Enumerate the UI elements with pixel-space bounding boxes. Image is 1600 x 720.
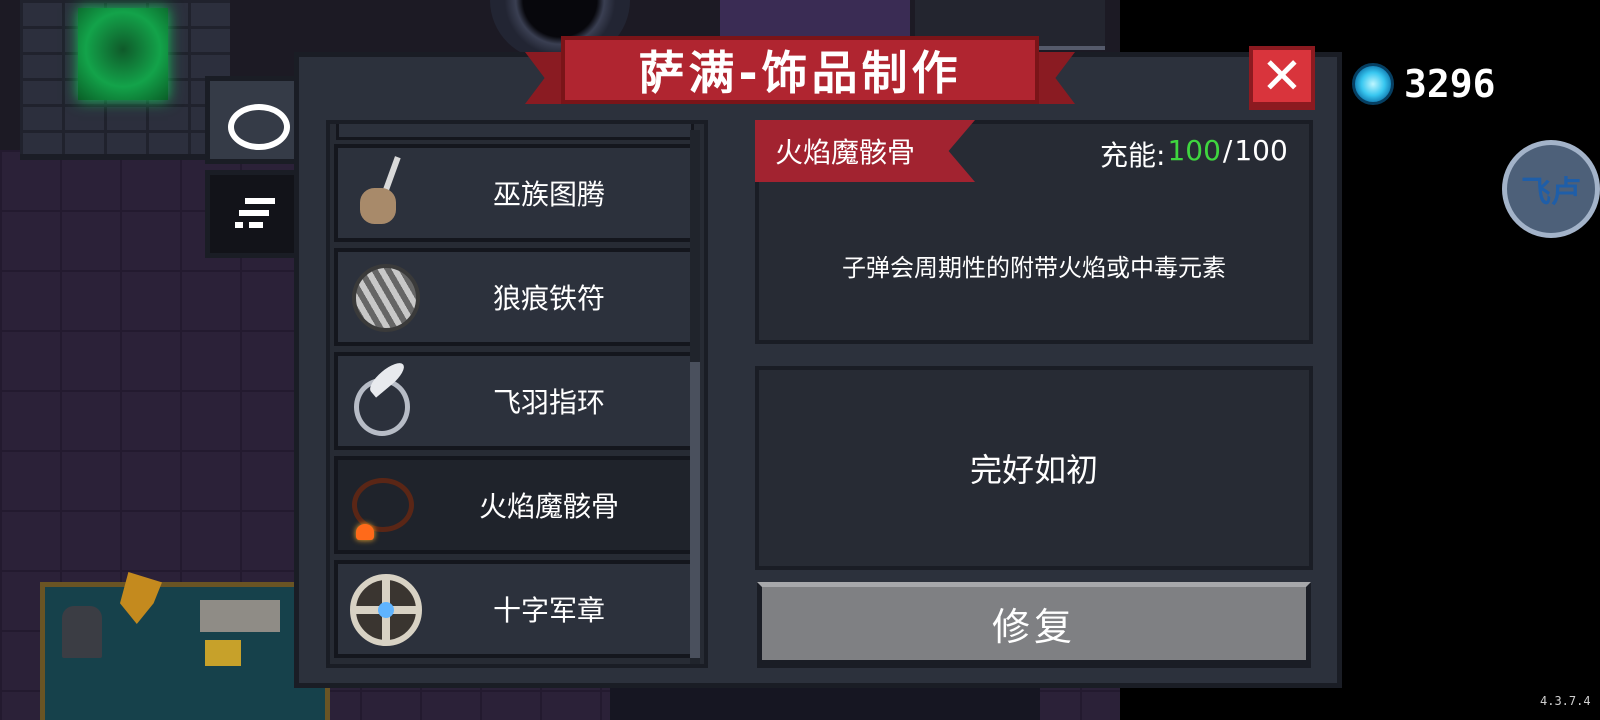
close-button[interactable]: ✕: [1249, 46, 1315, 110]
list-item-label: 飞羽指环: [492, 386, 605, 419]
filter-icon: [231, 194, 277, 234]
scrollbar-thumb[interactable]: [690, 362, 700, 658]
repair-button-label: 修复: [991, 605, 1076, 649]
item-name: 火焰魔骸骨: [775, 136, 916, 169]
charge-max: 100: [1234, 134, 1288, 167]
flame-bone-necklace-icon: [338, 460, 428, 550]
list-item-label: 火焰魔骸骨: [478, 490, 619, 523]
tab-accessory[interactable]: [205, 76, 297, 164]
list-scrollbar[interactable]: [690, 130, 700, 664]
accessory-list[interactable]: 巫族图腾 狼痕铁符 飞羽指环 火焰魔骸骨 十字军章: [326, 120, 708, 668]
currency-amount: 3296: [1404, 62, 1496, 106]
list-item-selected[interactable]: 火焰魔骸骨: [334, 456, 694, 554]
side-tab-bar: [205, 76, 297, 264]
currency-display: 3296: [1352, 62, 1496, 106]
list-item-label: 狼痕铁符: [492, 282, 605, 315]
list-item[interactable]: 巫族图腾: [334, 144, 694, 242]
charge-readout: 充能: 100 / 100: [1100, 134, 1288, 174]
item-status-box: 完好如初: [755, 366, 1313, 570]
item-status: 完好如初: [969, 451, 1098, 489]
totem-icon: [338, 148, 428, 238]
title-banner: 萨满-饰品制作: [525, 36, 1075, 112]
tab-filter[interactable]: [205, 170, 297, 258]
list-item-partial: [336, 124, 694, 140]
chest-prop: [205, 640, 241, 666]
cross-badge-icon: [338, 564, 428, 654]
item-description: 子弹会周期性的附带火焰或中毒元素: [842, 254, 1226, 282]
tombstone-prop: [62, 606, 102, 658]
charge-current: 100: [1167, 134, 1221, 167]
scroll-prop: [200, 600, 280, 632]
charge-label: 充能:: [1100, 139, 1166, 172]
ring-icon: [226, 100, 290, 150]
banner-body: 萨满-饰品制作: [561, 36, 1039, 104]
list-item[interactable]: 狼痕铁符: [334, 248, 694, 346]
item-name-tag: 火焰魔骸骨: [755, 120, 975, 182]
green-portal: [78, 8, 168, 100]
close-icon: ✕: [1261, 47, 1303, 105]
list-item-label: 十字军章: [492, 594, 605, 627]
list-item[interactable]: 十字军章: [334, 560, 694, 658]
feather-ring-icon: [338, 356, 428, 446]
watermark-text: 飞卢: [1521, 175, 1581, 210]
claw-disc-icon: [338, 252, 428, 342]
page-title: 萨满-饰品制作: [638, 46, 962, 100]
blue-gem-icon: [1352, 63, 1394, 105]
charge-separator: /: [1222, 134, 1233, 167]
list-item-label: 巫族图腾: [492, 178, 605, 211]
watermark-logo: 飞卢: [1502, 140, 1600, 238]
list-item[interactable]: 飞羽指环: [334, 352, 694, 450]
version-label: 4.3.7.4: [1540, 694, 1591, 708]
repair-button[interactable]: 修复: [757, 582, 1311, 668]
